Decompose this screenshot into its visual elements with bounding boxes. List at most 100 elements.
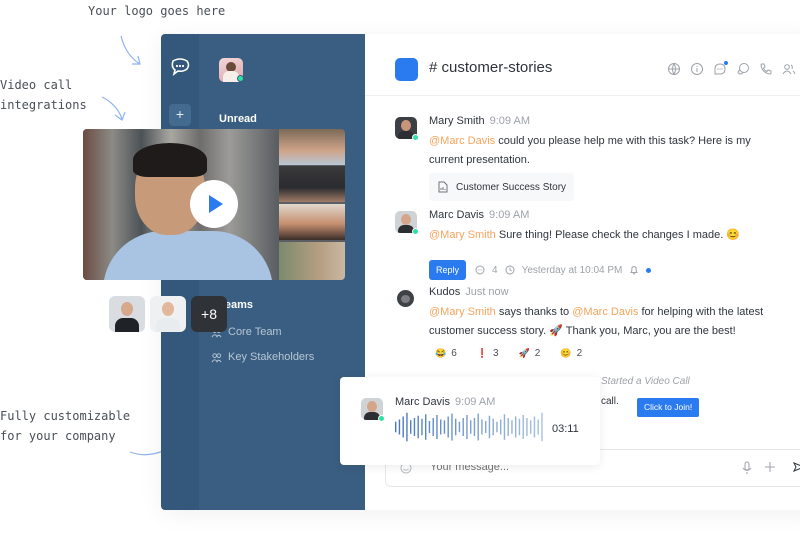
channel-avatar — [395, 58, 418, 81]
waveform-bar — [477, 413, 479, 441]
file-icon — [438, 181, 448, 193]
avatar-kudos-bot[interactable] — [397, 290, 414, 307]
mention[interactable]: @Mary Smith — [429, 306, 496, 318]
reactions: 😂 6 ❗ 3 🚀 2 😊 2 — [435, 348, 582, 359]
video-call-started-label: Started a Video Call — [601, 376, 690, 387]
plus-icon[interactable] — [764, 461, 776, 473]
status-online — [378, 415, 385, 422]
reaction-emoji: ❗ — [476, 348, 488, 358]
waveform-bar — [503, 414, 506, 440]
waveform-bar — [458, 421, 461, 433]
reaction-count: 3 — [493, 348, 499, 359]
reaction-count: 2 — [534, 348, 541, 359]
waveform-bar — [406, 412, 408, 442]
play-icon[interactable] — [190, 180, 238, 228]
waveform-bar — [421, 418, 423, 436]
sidebar-item-label: Core Team — [228, 326, 282, 338]
audio-waveform[interactable] — [395, 412, 545, 442]
unread-dot — [724, 61, 728, 65]
discussion-icon[interactable] — [736, 62, 750, 76]
message-text: @Mary Smith says thanks to @Marc Davis f… — [429, 303, 769, 341]
waveform-bar — [398, 419, 401, 435]
last-reply-time: Yesterday at 10:04 PM — [521, 264, 623, 276]
unread-indicator — [646, 267, 652, 273]
waveform-bar — [485, 421, 487, 433]
message-text: @Mary Smith Sure thing! Please check the… — [429, 226, 769, 245]
attachment-file[interactable]: Customer Success Story — [429, 173, 574, 201]
annotation-video: Video call integrations — [0, 78, 87, 112]
video-main-speaker — [83, 129, 278, 280]
status-online — [412, 228, 419, 235]
annotation-logo: Your logo goes here — [88, 4, 226, 18]
participant-avatar[interactable] — [150, 296, 186, 332]
info-icon[interactable] — [690, 62, 704, 76]
members-icon[interactable] — [782, 62, 796, 76]
add-workspace-button[interactable]: + — [169, 104, 191, 126]
more-participants-badge[interactable]: +8 — [191, 296, 227, 332]
waveform-bar — [470, 420, 472, 434]
status-online — [412, 134, 419, 141]
reply-count: 4 — [492, 264, 498, 276]
microphone-icon[interactable] — [741, 461, 753, 475]
join-call-button[interactable]: Click to Join! — [637, 398, 700, 417]
video-tile — [279, 204, 345, 240]
mention[interactable]: @Marc Davis — [429, 135, 495, 147]
waveform-bar — [410, 420, 412, 434]
waveform-bar — [511, 420, 513, 434]
channel-header: # customer-stories — [365, 34, 800, 96]
participant-avatar[interactable] — [109, 296, 145, 332]
arrow-logo — [120, 35, 141, 65]
thread-info: Reply 4 Yesterday at 10:04 PM — [429, 260, 652, 280]
message-author[interactable]: Marc Davis — [429, 209, 484, 221]
waveform-bar — [402, 416, 404, 438]
message-author[interactable]: Marc Davis — [395, 396, 450, 408]
globe-icon[interactable] — [667, 62, 681, 76]
waveform-bar — [500, 419, 502, 435]
waveform-bar — [440, 419, 442, 435]
reaction[interactable]: 😊 2 — [560, 348, 582, 359]
video-call-preview[interactable] — [83, 129, 345, 280]
waveform-bar — [537, 419, 539, 435]
mention[interactable]: @Marc Davis — [572, 306, 638, 318]
sidebar-item-key-stakeholders[interactable]: Key Stakeholders — [211, 351, 314, 363]
message-time: 9:09 AM — [489, 115, 530, 127]
reply-button[interactable]: Reply — [429, 260, 467, 280]
logo-chat-icon[interactable] — [170, 58, 190, 76]
waveform-bar — [425, 414, 427, 440]
reaction[interactable]: 😂 6 — [435, 348, 457, 359]
call-participants: +8 — [109, 296, 227, 332]
waveform-bar — [417, 415, 419, 439]
reaction-emoji: 😂 — [435, 348, 447, 358]
waveform-bar — [455, 418, 457, 436]
reaction[interactable]: 🚀 2 — [519, 348, 541, 359]
waveform-bar — [462, 418, 464, 436]
sidebar-section-unread: Unread — [219, 113, 257, 125]
waveform-bar — [436, 415, 438, 439]
message-text-content: Sure thing! Please check the changes I m… — [495, 229, 741, 241]
send-icon[interactable] — [793, 461, 800, 473]
message-time: Just now — [465, 286, 509, 298]
waveform-bar — [466, 415, 468, 439]
thread-replies-icon — [475, 265, 485, 275]
video-tile — [279, 166, 345, 202]
message-text: @Marc Davis could you please help me wit… — [429, 132, 769, 170]
mention[interactable]: @Mary Smith — [429, 229, 496, 241]
bell-icon[interactable] — [629, 265, 639, 275]
waveform-bar — [428, 421, 431, 433]
message-time: 9:09 AM — [489, 209, 530, 221]
team-icon — [211, 352, 222, 362]
message-author[interactable]: Kudos — [429, 286, 460, 298]
waveform-bar — [515, 416, 517, 438]
waveform-bar — [526, 418, 528, 436]
video-tile — [279, 129, 345, 165]
call-icon[interactable] — [759, 62, 773, 76]
waveform-bar — [451, 413, 453, 441]
video-call-text: call. — [601, 396, 619, 407]
message-author[interactable]: Mary Smith — [429, 115, 485, 127]
waveform-bar — [541, 412, 543, 442]
reaction-count: 6 — [451, 348, 457, 359]
waveform-bar — [473, 418, 476, 436]
threads-icon[interactable] — [713, 61, 728, 76]
clock-icon — [505, 265, 515, 275]
reaction[interactable]: ❗ 3 — [477, 348, 499, 359]
